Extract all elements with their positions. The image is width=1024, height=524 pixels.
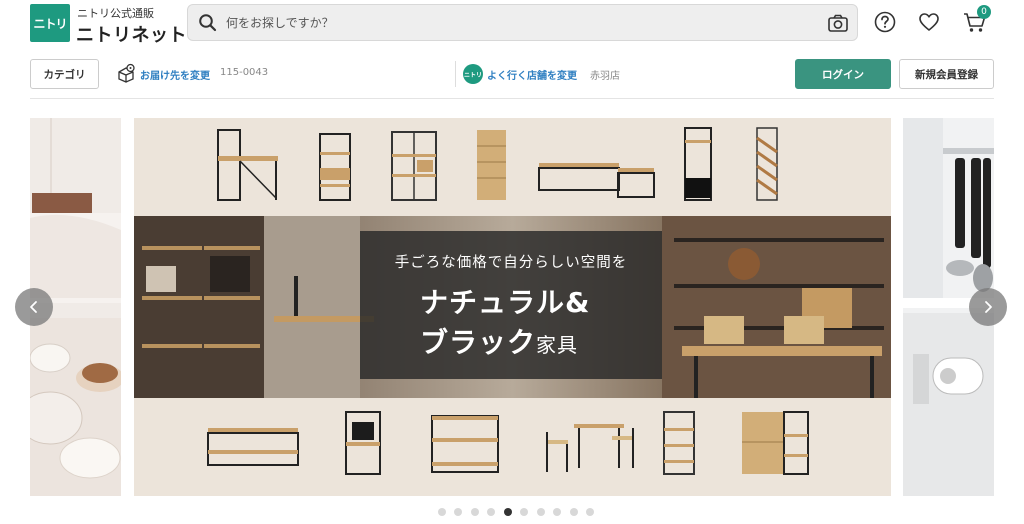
- carousel-dot[interactable]: [487, 508, 496, 516]
- sub-navigation: カテゴリ お届け先を変更 115-0043 ニトリ よく行く店舗を変更 赤羽店 …: [30, 59, 994, 89]
- change-delivery-link[interactable]: お届け先を変更: [140, 67, 210, 82]
- hero-carousel: 手ごろな価格で自分らしい空間を ナチュラル& ブラック家具: [0, 118, 1024, 496]
- cart-count-badge: 0: [977, 5, 991, 19]
- carousel-pagination: [0, 508, 1024, 518]
- banner-title-line1: ナチュラル&: [420, 286, 591, 319]
- carousel-dot[interactable]: [520, 508, 529, 516]
- nitori-logo[interactable]: ニトリ: [30, 4, 70, 42]
- carousel-dot[interactable]: [503, 508, 512, 516]
- logo-text: ニトリ: [33, 16, 67, 31]
- brand-subtitle[interactable]: ニトリ公式通販: [77, 5, 154, 21]
- carousel-dot[interactable]: [437, 508, 446, 516]
- carousel-dot[interactable]: [553, 508, 562, 516]
- postal-code: 115-0043: [220, 67, 269, 78]
- carousel-dot[interactable]: [569, 508, 578, 516]
- bottom-furniture-row: [207, 411, 809, 475]
- carousel-dot[interactable]: [454, 508, 463, 516]
- banner-title-line2: ブラック家具: [420, 321, 578, 361]
- carousel-dot[interactable]: [470, 508, 479, 516]
- register-button[interactable]: 新規会員登録: [899, 59, 994, 89]
- carousel-dot[interactable]: [536, 508, 545, 516]
- store-name: 赤羽店: [590, 71, 620, 82]
- brand-title[interactable]: ニトリネット: [76, 21, 187, 47]
- carousel-prev-button[interactable]: [15, 288, 53, 326]
- search-bar[interactable]: [187, 4, 858, 41]
- change-store-link[interactable]: よく行く店舗を変更: [487, 67, 577, 82]
- divider: [455, 61, 456, 87]
- banner-subtitle: 手ごろな価格で自分らしい空間を: [394, 255, 628, 271]
- camera-icon[interactable]: [827, 13, 849, 33]
- chevron-left-icon: [30, 301, 37, 313]
- delivery-location-icon[interactable]: [116, 63, 136, 83]
- header: ニトリ ニトリ公式通販 ニトリネット 0: [0, 0, 1024, 50]
- login-button[interactable]: ログイン: [795, 59, 891, 89]
- store-icon[interactable]: ニトリ: [463, 64, 483, 84]
- category-button[interactable]: カテゴリ: [30, 59, 99, 89]
- search-input[interactable]: [226, 11, 806, 35]
- top-furniture-row: [217, 127, 778, 201]
- main-banner-slide[interactable]: 手ごろな価格で自分らしい空間を ナチュラル& ブラック家具: [134, 118, 891, 496]
- header-divider: [30, 98, 994, 99]
- carousel-next-button[interactable]: [969, 288, 1007, 326]
- chevron-right-icon: [985, 301, 992, 313]
- carousel-dot[interactable]: [586, 508, 595, 516]
- banner-text-panel: 手ごろな価格で自分らしい空間を ナチュラル& ブラック家具: [360, 231, 662, 379]
- help-icon[interactable]: [874, 11, 896, 33]
- banner-title-main: ブラック: [420, 326, 537, 359]
- search-icon[interactable]: [198, 13, 218, 33]
- heart-icon[interactable]: [918, 11, 940, 33]
- store-icon-text: ニトリ: [463, 71, 482, 79]
- banner-title-small: 家具: [536, 333, 579, 357]
